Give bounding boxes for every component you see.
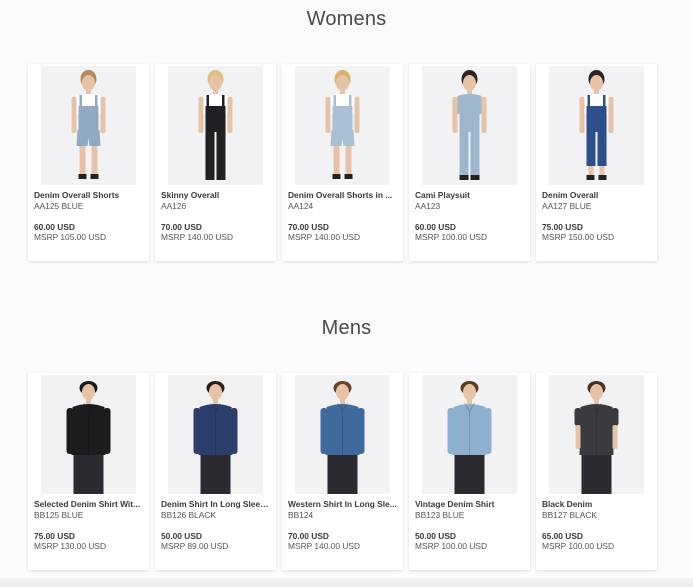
product-price: 50.00 USD	[161, 531, 202, 541]
product-sku: AA124	[288, 201, 314, 211]
product-card[interactable]: Cami Playsuit AA123 60.00 USD MSRP 100.00 U…	[409, 64, 530, 261]
product-price: 50.00 USD	[415, 531, 456, 541]
product-price: 60.00 USD	[415, 222, 456, 232]
product-name[interactable]: Western Shirt In Long Sle...	[288, 499, 398, 509]
product-image[interactable]	[549, 375, 644, 494]
product-image[interactable]	[41, 375, 136, 494]
product-name[interactable]: Cami Playsuit	[415, 190, 525, 200]
product-msrp: MSRP 140.00 USD	[161, 232, 233, 242]
product-sku: BB124	[288, 510, 314, 520]
product-card[interactable]: Denim Shirt In Long Sleev... BB126 BLACK 5…	[155, 373, 276, 570]
product-card[interactable]: Black Denim BB127 BLACK 65.00 USD MSRP 100.…	[536, 373, 657, 570]
product-sku: BB125 BLUE	[34, 510, 84, 520]
product-sku: BB127 BLACK	[542, 510, 597, 520]
product-msrp: MSRP 105.00 USD	[34, 232, 106, 242]
product-price: 60.00 USD	[34, 222, 75, 232]
product-msrp: MSRP 140.00 USD	[288, 232, 360, 242]
product-price: 65.00 USD	[542, 531, 583, 541]
product-sku: AA125 BLUE	[34, 201, 84, 211]
section-mens: Mens Selected Denim Shirt Wit... BB125 BLU…	[0, 317, 693, 577]
product-grid: Denim Overall Shorts AA125 BLUE 60.00 USD M…	[28, 64, 660, 261]
product-price: 70.00 USD	[288, 222, 329, 232]
product-name[interactable]: Selected Denim Shirt Wit...	[34, 499, 144, 509]
product-card[interactable]: Vintage Denim Shirt BB123 BLUE 50.00 USD MS…	[409, 373, 530, 570]
product-name[interactable]: Denim Overall Shorts	[34, 190, 144, 200]
product-image[interactable]	[549, 66, 644, 185]
product-price: 70.00 USD	[161, 222, 202, 232]
product-image[interactable]	[295, 66, 390, 185]
product-card[interactable]: Skinny Overall AA126 70.00 USD MSRP 140.00 …	[155, 64, 276, 261]
product-name[interactable]: Skinny Overall	[161, 190, 271, 200]
product-msrp: MSRP 130.00 USD	[34, 541, 106, 551]
product-card[interactable]: Western Shirt In Long Sle... BB124 70.00 U…	[282, 373, 403, 570]
product-msrp: MSRP 100.00 USD	[542, 541, 614, 551]
bottom-scroll-edge	[0, 578, 693, 587]
product-sku: AA127 BLUE	[542, 201, 592, 211]
product-card[interactable]: Denim Overall Shorts AA125 BLUE 60.00 USD M…	[28, 64, 149, 261]
product-msrp: MSRP 140.00 USD	[288, 541, 360, 551]
product-price: 70.00 USD	[288, 531, 329, 541]
product-image[interactable]	[168, 375, 263, 494]
product-msrp: MSRP 89.00 USD	[161, 541, 229, 551]
product-name[interactable]: Denim Overall	[542, 190, 652, 200]
product-card[interactable]: Denim Overall AA127 BLUE 75.00 USD MSRP 150…	[536, 64, 657, 261]
product-name[interactable]: Denim Shirt In Long Sleev...	[161, 499, 271, 509]
product-name[interactable]: Vintage Denim Shirt	[415, 499, 525, 509]
product-image[interactable]	[295, 375, 390, 494]
product-sku: AA123	[415, 201, 441, 211]
product-name[interactable]: Denim Overall Shorts in ...	[288, 190, 398, 200]
product-image[interactable]	[422, 375, 517, 494]
product-price: 75.00 USD	[542, 222, 583, 232]
product-image[interactable]	[168, 66, 263, 185]
product-msrp: MSRP 150.00 USD	[542, 232, 614, 242]
section-title: Womens	[306, 8, 387, 30]
product-grid: Selected Denim Shirt Wit... BB125 BLUE 75.…	[28, 373, 660, 570]
product-name[interactable]: Black Denim	[542, 499, 652, 509]
product-card[interactable]: Denim Overall Shorts in ... AA124 70.00 US…	[282, 64, 403, 261]
product-image[interactable]	[41, 66, 136, 185]
product-sku: AA126	[161, 201, 187, 211]
product-image[interactable]	[422, 66, 517, 185]
product-card[interactable]: Selected Denim Shirt Wit... BB125 BLUE 75.…	[28, 373, 149, 570]
product-sku: BB123 BLUE	[415, 510, 465, 520]
product-msrp: MSRP 100.00 USD	[415, 232, 487, 242]
product-sku: BB126 BLACK	[161, 510, 216, 520]
product-price: 75.00 USD	[34, 531, 75, 541]
section-womens: Womens Denim Overall Shorts AA125 BLUE 60.0…	[0, 8, 693, 268]
product-msrp: MSRP 100.00 USD	[415, 541, 487, 551]
section-title: Mens	[321, 317, 372, 339]
